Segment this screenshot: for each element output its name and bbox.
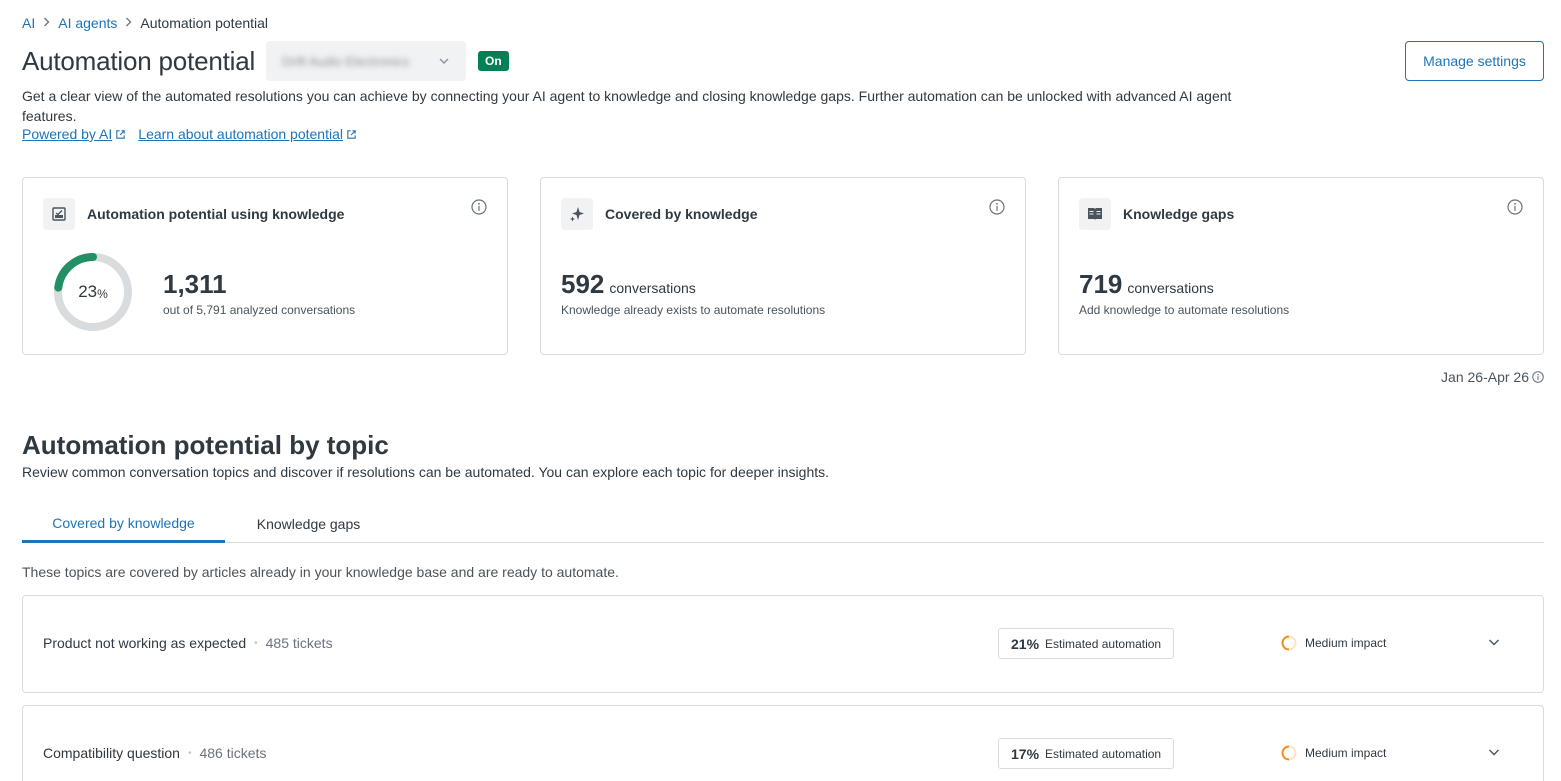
brand-select[interactable]: Drift Audio Electronics: [266, 41, 466, 81]
page-title: Automation potential: [22, 46, 256, 76]
knowledge-gaps-card: Knowledge gaps 719 conversations Add kno…: [1058, 177, 1544, 355]
tab-knowledge-gaps[interactable]: Knowledge gaps: [225, 505, 392, 542]
page-description: Get a clear view of the automated resolu…: [22, 88, 1232, 124]
separator-dot: •: [254, 637, 258, 649]
gaps-unit: conversations: [1127, 280, 1214, 296]
gaps-sub: Add knowledge to automate resolutions: [1079, 303, 1290, 317]
status-badge: On: [478, 51, 509, 71]
automation-label: Estimated automation: [1045, 636, 1162, 651]
medium-impact-icon: [1281, 745, 1297, 761]
impact-label: Medium impact: [1305, 636, 1387, 650]
ticket-count: 486 tickets: [199, 745, 267, 761]
checkbox-chart-icon: [43, 198, 75, 230]
external-link-icon: [116, 129, 125, 139]
card-title: Automation potential using knowledge: [87, 206, 345, 222]
date-range: Jan 26-Apr 26: [1441, 369, 1544, 385]
automation-percent: 17%: [1011, 745, 1040, 762]
estimated-automation-badge: 21% Estimated automation: [998, 628, 1175, 659]
topic-label: Product not working as expected • 485 ti…: [43, 635, 333, 651]
section-description: Review common conversation topics and di…: [22, 464, 830, 480]
chevron-right-icon: [125, 16, 132, 30]
impact-indicator: Medium impact: [1281, 635, 1386, 651]
covered-unit: conversations: [609, 280, 696, 296]
book-icon: [1079, 198, 1111, 230]
impact-indicator: Medium impact: [1281, 745, 1386, 761]
brand-select-value: Drift Audio Electronics: [282, 53, 410, 69]
ticket-count: 485 tickets: [265, 635, 333, 651]
topic-label: Compatibility question • 486 tickets: [43, 745, 266, 761]
powered-by-ai-label: Powered by AI: [22, 126, 113, 142]
card-title: Covered by knowledge: [605, 206, 758, 222]
section-title: Automation potential by topic: [22, 430, 389, 460]
topic-name: Compatibility question: [43, 745, 180, 761]
automation-value: 1,311: [163, 269, 227, 300]
chevron-right-icon: [43, 16, 50, 30]
info-icon[interactable]: [1507, 199, 1523, 220]
tab-description: These topics are covered by articles alr…: [22, 564, 619, 580]
chevron-down-icon[interactable]: [1487, 745, 1501, 764]
powered-by-ai-link[interactable]: Powered by AI: [22, 126, 126, 142]
topic-name: Product not working as expected: [43, 635, 247, 651]
separator-dot: •: [187, 747, 192, 759]
card-title: Knowledge gaps: [1123, 206, 1235, 222]
automation-count: 1,311: [163, 269, 227, 299]
breadcrumb-ai-agents-link[interactable]: AI agents: [58, 15, 117, 31]
date-range-label: Jan 26-Apr 26: [1441, 369, 1529, 385]
breadcrumb: AI AI agents Automation potential: [22, 14, 268, 32]
covered-count: 592: [561, 269, 605, 299]
chevron-down-icon[interactable]: [1487, 635, 1501, 654]
topic-row[interactable]: Product not working as expected • 485 ti…: [22, 595, 1544, 693]
info-icon[interactable]: [989, 199, 1005, 220]
tab-covered-by-knowledge[interactable]: Covered by knowledge: [22, 505, 225, 543]
gaps-value: 719 conversations: [1079, 269, 1214, 300]
breadcrumb-current: Automation potential: [140, 15, 269, 31]
learn-automation-potential-link[interactable]: Learn about automation potential: [138, 126, 357, 142]
medium-impact-icon: [1281, 635, 1297, 651]
topic-tabs: Covered by knowledge Knowledge gaps: [22, 505, 1544, 543]
covered-sub: Knowledge already exists to automate res…: [561, 303, 826, 317]
info-icon[interactable]: [471, 199, 487, 220]
sparkle-icon: [561, 198, 593, 230]
header-links: Powered by AI Learn about automation pot…: [22, 126, 357, 142]
external-link-icon: [347, 129, 356, 139]
automation-label: Estimated automation: [1045, 746, 1162, 761]
impact-label: Medium impact: [1305, 746, 1387, 760]
automation-potential-card: Automation potential using knowledge 23%…: [22, 177, 508, 355]
donut-percent-value: 23: [78, 282, 98, 301]
estimated-automation-badge: 17% Estimated automation: [998, 738, 1175, 769]
automation-percent: 21%: [1011, 635, 1040, 652]
gaps-count: 719: [1079, 269, 1123, 299]
covered-by-knowledge-card: Covered by knowledge 592 conversations K…: [540, 177, 1026, 355]
learn-link-label: Learn about automation potential: [138, 126, 343, 142]
donut-percent: 23%: [53, 252, 133, 332]
breadcrumb-ai-link[interactable]: AI: [22, 15, 35, 31]
manage-settings-button[interactable]: Manage settings: [1405, 41, 1544, 81]
automation-sub: out of 5,791 analyzed conversations: [163, 303, 356, 317]
info-icon[interactable]: [1532, 371, 1544, 383]
chevron-down-icon: [438, 54, 450, 72]
covered-value: 592 conversations: [561, 269, 696, 300]
donut-percent-symbol: %: [97, 287, 108, 301]
topic-row[interactable]: Compatibility question • 486 tickets 17%…: [22, 705, 1544, 781]
